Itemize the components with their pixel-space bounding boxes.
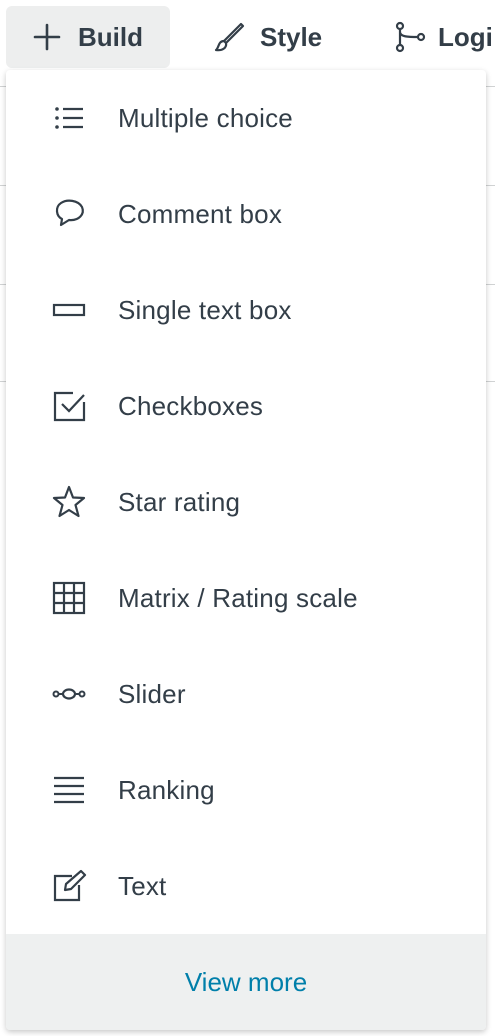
tab-style[interactable]: Style: [206, 6, 322, 68]
menu-item-label: Multiple choice: [118, 102, 293, 133]
tab-style-label: Style: [260, 21, 323, 52]
tab-build-label: Build: [78, 21, 143, 52]
menu-item-label: Star rating: [118, 486, 241, 517]
question-type-menu: Multiple choice Comment box Single text …: [6, 70, 486, 1030]
brush-icon: [212, 20, 246, 54]
menu-item-ranking[interactable]: Ranking: [6, 742, 486, 838]
tab-logic-label: Logi: [438, 21, 493, 52]
menu-item-label: Checkboxes: [118, 390, 264, 421]
menu-item-label: Matrix / Rating scale: [118, 582, 358, 613]
menu-item-checkboxes[interactable]: Checkboxes: [6, 358, 486, 454]
menu-item-label: Ranking: [118, 774, 215, 805]
tab-logic[interactable]: Logi: [390, 6, 493, 68]
branch-icon: [394, 20, 428, 54]
edit-icon: [50, 867, 88, 905]
menu-item-comment-box[interactable]: Comment box: [6, 166, 486, 262]
menu-item-label: Slider: [118, 678, 186, 709]
slider-icon: [50, 675, 88, 713]
list-icon: [50, 99, 88, 137]
speech-bubble-icon: [50, 195, 88, 233]
menu-item-label: Text: [118, 870, 167, 901]
menu-item-label: Comment box: [118, 198, 283, 229]
menu-item-label: Single text box: [118, 294, 292, 325]
menu-item-matrix-rating-scale[interactable]: Matrix / Rating scale: [6, 550, 486, 646]
editor-toolbar: Build Style Logi: [0, 0, 495, 72]
menu-item-star-rating[interactable]: Star rating: [6, 454, 486, 550]
menu-footer: View more: [6, 934, 486, 1030]
menu-item-slider[interactable]: Slider: [6, 646, 486, 742]
text-box-icon: [50, 291, 88, 329]
view-more-link[interactable]: View more: [185, 967, 307, 998]
star-icon: [50, 483, 88, 521]
tab-build[interactable]: Build: [6, 6, 170, 68]
grid-icon: [50, 579, 88, 617]
checkbox-icon: [50, 387, 88, 425]
menu-item-single-text-box[interactable]: Single text box: [6, 262, 486, 358]
menu-item-multiple-choice[interactable]: Multiple choice: [6, 70, 486, 166]
plus-icon: [30, 20, 64, 54]
ranking-icon: [50, 771, 88, 809]
menu-item-text[interactable]: Text: [6, 838, 486, 934]
